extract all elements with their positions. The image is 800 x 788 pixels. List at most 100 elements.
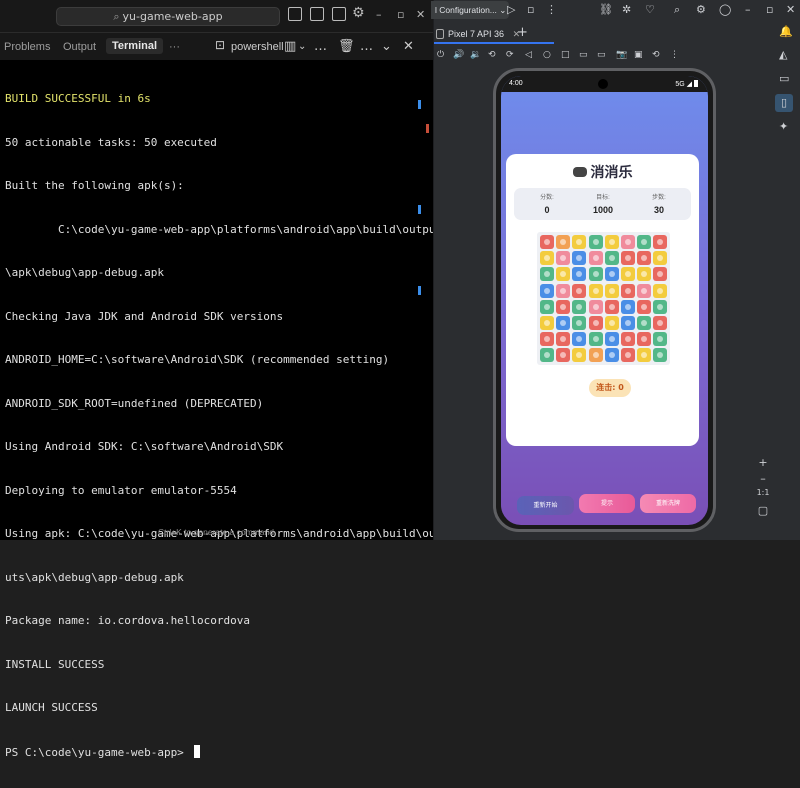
device-manager-icon[interactable]: ▭ (779, 72, 789, 85)
game-tile[interactable] (588, 283, 603, 298)
game-tile[interactable] (572, 235, 587, 249)
game-tile[interactable] (653, 299, 668, 314)
game-tile[interactable] (637, 267, 652, 282)
run-icon[interactable]: ▷ (507, 3, 515, 16)
game-tile[interactable] (572, 251, 587, 266)
game-tile[interactable] (572, 299, 587, 314)
game-tile[interactable] (588, 316, 603, 330)
game-tile[interactable] (604, 316, 619, 330)
add-device-icon[interactable]: + (517, 25, 528, 40)
maximize-icon[interactable]: ▫ (766, 3, 773, 16)
tab-output[interactable]: Output (63, 41, 96, 53)
screenshot-icon[interactable]: 📷 (616, 50, 627, 60)
close-window-icon[interactable]: ✕ (416, 8, 425, 21)
close-panel-icon[interactable]: ✕ (403, 39, 414, 54)
game-tile[interactable] (604, 332, 619, 347)
device-manager-icon[interactable]: ⛓ (599, 3, 613, 16)
search-icon[interactable]: ⌕ (674, 3, 680, 17)
game-tile[interactable] (588, 299, 603, 314)
zoom-out-icon[interactable]: – (752, 472, 774, 488)
account-icon[interactable]: ◯ (719, 3, 731, 16)
more-icon[interactable]: ⋮ (546, 3, 557, 16)
snapshot-icon[interactable]: ⟲ (652, 50, 660, 60)
volume-up-icon[interactable]: 🔊 (453, 50, 464, 60)
game-tile[interactable] (588, 267, 603, 282)
more-tabs-icon[interactable]: ··· (169, 41, 180, 53)
game-tile[interactable] (540, 283, 554, 298)
hint-button[interactable]: 提示 (579, 494, 635, 513)
zoom-in-icon[interactable]: + (752, 456, 774, 472)
game-tile[interactable] (637, 251, 652, 266)
game-tile[interactable] (604, 348, 619, 363)
game-tile[interactable] (637, 316, 652, 330)
game-tile[interactable] (540, 316, 554, 330)
game-tile[interactable] (653, 332, 668, 347)
chevron-down-panel-icon[interactable]: ⌄ (381, 39, 392, 54)
toggle-secondary-sidebar-icon[interactable] (332, 7, 346, 21)
game-tile[interactable] (637, 299, 652, 314)
phone-screen[interactable]: 4:00 5G ◢ 消消乐 分数: 0 目标: 1000 步数: 30 连击: … (501, 76, 708, 525)
zoom-fit-icon[interactable]: ▢ (752, 504, 774, 520)
game-tile[interactable] (588, 251, 603, 266)
game-tile[interactable] (653, 251, 668, 266)
minimize-icon[interactable]: – (745, 3, 751, 16)
device-tab[interactable]: Pixel 7 API 36 ✕ (434, 24, 554, 44)
minimize-icon[interactable]: – (376, 8, 382, 21)
game-tile[interactable] (556, 348, 571, 363)
more-actions-icon[interactable]: … (314, 39, 327, 54)
notifications-icon[interactable]: 🔔 (779, 25, 793, 38)
game-tile[interactable] (556, 251, 571, 266)
game-tile[interactable] (588, 332, 603, 347)
game-tile[interactable] (621, 348, 635, 363)
game-tile[interactable] (572, 348, 587, 363)
volume-down-icon[interactable]: 🔉 (470, 50, 481, 60)
back-icon[interactable]: ◁ (525, 50, 532, 60)
unfold-icon[interactable]: ▭ (597, 50, 606, 60)
command-center-search[interactable]: ⌕ yu-game-web-app (56, 7, 280, 26)
game-tile[interactable] (588, 235, 603, 249)
bug-icon[interactable]: ✲ (622, 3, 631, 16)
game-tile[interactable] (637, 235, 652, 249)
terminal-shell-label[interactable]: powershell (231, 39, 284, 55)
game-tile[interactable] (604, 267, 619, 282)
game-tile[interactable] (621, 299, 635, 314)
toggle-sidebar-icon[interactable] (288, 7, 302, 21)
zoom-ratio[interactable]: 1:1 (752, 488, 774, 504)
game-tile[interactable] (540, 235, 554, 249)
tab-terminal[interactable]: Terminal (106, 38, 164, 54)
game-tile[interactable] (572, 316, 587, 330)
game-tile[interactable] (604, 299, 619, 314)
game-tile[interactable] (556, 283, 571, 298)
more-icon[interactable]: … (360, 39, 373, 54)
toggle-panel-icon[interactable] (310, 7, 324, 21)
game-tile[interactable] (556, 332, 571, 347)
game-tile[interactable] (653, 283, 668, 298)
game-tile[interactable] (653, 267, 668, 282)
game-tile[interactable] (556, 267, 571, 282)
game-tile[interactable] (604, 251, 619, 266)
record-icon[interactable]: ▣ (634, 50, 643, 60)
gemini-icon[interactable]: ✦ (779, 120, 788, 133)
split-terminal-icon[interactable]: ▥ (284, 39, 296, 54)
rotate-left-icon[interactable]: ⟲ (488, 50, 496, 60)
settings-gear-icon[interactable]: ⚙ (352, 5, 365, 21)
game-tile[interactable] (621, 251, 635, 266)
shuffle-button[interactable]: 重新洗牌 (640, 494, 696, 513)
gradle-icon[interactable]: ◭ (779, 48, 787, 61)
rotate-right-icon[interactable]: ⟳ (506, 50, 514, 60)
game-tile[interactable] (621, 267, 635, 282)
game-tile[interactable] (653, 235, 668, 249)
game-tile[interactable] (556, 235, 571, 249)
game-tile[interactable] (604, 283, 619, 298)
settings-gear-icon[interactable]: ⚙ (696, 3, 706, 16)
fold-icon[interactable]: ▭ (579, 50, 588, 60)
game-tile[interactable] (653, 348, 668, 363)
game-tile[interactable] (572, 267, 587, 282)
game-tile[interactable] (540, 348, 554, 363)
game-tile[interactable] (637, 348, 652, 363)
close-icon[interactable]: ✕ (786, 3, 795, 16)
tab-problems[interactable]: Problems (4, 41, 50, 53)
running-devices-icon[interactable]: ▯ (775, 94, 793, 112)
game-tile[interactable] (556, 299, 571, 314)
profiler-icon[interactable]: ♡ (645, 3, 655, 16)
